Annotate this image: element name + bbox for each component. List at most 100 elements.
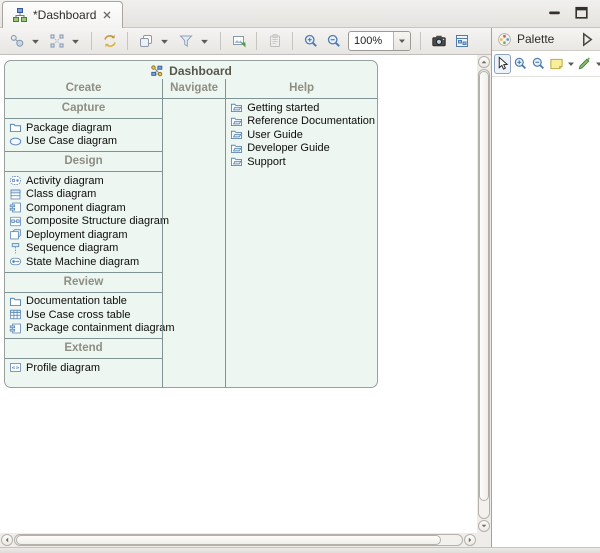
export-image-button[interactable] bbox=[228, 31, 249, 52]
column-body: CapturePackage diagramUse Case diagramDe… bbox=[5, 99, 162, 387]
toolbar-separator bbox=[220, 32, 221, 50]
item-label: Activity diagram bbox=[26, 175, 104, 187]
item-label: Use Case diagram bbox=[26, 135, 117, 147]
zoom-out-button[interactable] bbox=[323, 31, 344, 52]
item-use-case-diagram[interactable]: Use Case diagram bbox=[5, 135, 162, 149]
diagram-nodes-button[interactable] bbox=[6, 31, 27, 52]
filter-button[interactable] bbox=[175, 31, 196, 52]
item-sequence-diagram[interactable]: Sequence diagram bbox=[5, 242, 162, 256]
item-support[interactable]: Support bbox=[226, 155, 377, 169]
composite-icon bbox=[9, 215, 22, 228]
diagram-nodes-button-dropdown[interactable] bbox=[31, 37, 40, 46]
filter-icon bbox=[178, 33, 194, 49]
scroll-up-icon[interactable] bbox=[480, 58, 488, 66]
camera-icon bbox=[431, 33, 447, 49]
dashboard-icon bbox=[150, 64, 164, 78]
close-icon[interactable] bbox=[101, 9, 113, 21]
edit-tool[interactable] bbox=[576, 54, 593, 74]
item-label: Class diagram bbox=[26, 188, 96, 200]
edit-tool-dropdown[interactable] bbox=[595, 60, 600, 68]
item-label: Component diagram bbox=[26, 202, 126, 214]
minimize-button[interactable] bbox=[546, 4, 563, 21]
item-label: Use Case cross table bbox=[26, 309, 131, 321]
copy-appearance-button[interactable] bbox=[135, 31, 156, 52]
scroll-left-icon[interactable] bbox=[3, 536, 11, 544]
note-tool[interactable] bbox=[548, 54, 565, 74]
synchronize-button[interactable] bbox=[99, 31, 120, 52]
arrange-layout-button[interactable] bbox=[46, 31, 67, 52]
copy-appearance-button-dropdown[interactable] bbox=[160, 37, 169, 46]
item-use-case-cross-table[interactable]: Use Case cross table bbox=[5, 308, 162, 322]
filter-button-dropdown[interactable] bbox=[200, 37, 209, 46]
toolbar: 100% bbox=[0, 28, 491, 55]
item-activity-diagram[interactable]: Activity diagram bbox=[5, 174, 162, 188]
zoom-in-button[interactable] bbox=[300, 31, 321, 52]
horizontal-scroll-track[interactable] bbox=[14, 534, 463, 546]
item-deployment-diagram[interactable]: Deployment diagram bbox=[5, 228, 162, 242]
scroll-down-icon[interactable] bbox=[480, 522, 488, 530]
arrange-layout-button-dropdown[interactable] bbox=[71, 37, 80, 46]
palette-icon bbox=[497, 32, 512, 47]
select-tool[interactable] bbox=[494, 54, 511, 74]
profile-icon: «» bbox=[9, 361, 22, 374]
item-state-machine-diagram[interactable]: State Machine diagram bbox=[5, 255, 162, 269]
helpfolder-icon bbox=[230, 155, 243, 168]
zoom-in-tool[interactable] bbox=[512, 54, 529, 74]
palette-toolbar bbox=[492, 51, 600, 77]
palette-header[interactable]: Palette bbox=[492, 28, 600, 51]
item-component-diagram[interactable]: Component diagram bbox=[5, 201, 162, 215]
item-label: Sequence diagram bbox=[26, 242, 118, 254]
item-label: Getting started bbox=[247, 102, 319, 114]
item-package-diagram[interactable]: Package diagram bbox=[5, 121, 162, 135]
svg-text:«»: «» bbox=[12, 364, 20, 372]
item-label: Reference Documentation bbox=[247, 115, 375, 127]
snapshot-button[interactable] bbox=[428, 31, 449, 52]
item-documentation-table[interactable]: Documentation table bbox=[5, 295, 162, 309]
item-developer-guide[interactable]: Developer Guide bbox=[226, 142, 377, 156]
cursor-icon bbox=[495, 56, 510, 71]
helpfolder-icon bbox=[230, 115, 243, 128]
zoom-out-icon bbox=[531, 56, 546, 71]
section-items: Activity diagramClass diagram Component d… bbox=[5, 172, 162, 273]
diagram-window-button[interactable] bbox=[451, 31, 472, 52]
column-body bbox=[163, 99, 225, 387]
vertical-scroll-thumb[interactable] bbox=[479, 71, 489, 501]
item-profile-diagram[interactable]: «»Profile diagram bbox=[5, 361, 162, 375]
tab-dashboard[interactable]: *Dashboard bbox=[2, 1, 123, 28]
item-getting-started[interactable]: Getting started bbox=[226, 101, 377, 115]
item-package-containment-diagram[interactable]: Package containment diagram bbox=[5, 322, 162, 336]
sequence-icon bbox=[9, 242, 22, 255]
vertical-scroll-track[interactable] bbox=[478, 69, 490, 519]
palette-body[interactable] bbox=[492, 77, 600, 547]
maximize-button[interactable] bbox=[573, 4, 590, 21]
item-label: Composite Structure diagram bbox=[26, 215, 169, 227]
folder-icon bbox=[9, 295, 22, 308]
zoom-out-tool[interactable] bbox=[530, 54, 547, 74]
item-class-diagram[interactable]: Class diagram bbox=[5, 188, 162, 202]
folder-icon bbox=[9, 121, 22, 134]
diagram-canvas[interactable]: Dashboard CreateCapturePackage diagramUs… bbox=[0, 55, 477, 533]
vertical-scrollbar[interactable] bbox=[477, 55, 491, 533]
dashboard-title-row: Dashboard bbox=[5, 61, 377, 79]
item-label: Package containment diagram bbox=[26, 322, 175, 334]
horizontal-scroll-thumb[interactable] bbox=[16, 535, 441, 545]
editor-tab-bar: *Dashboard bbox=[0, 0, 600, 28]
section-design: DesignActivity diagramClass diagramCompo… bbox=[5, 152, 162, 273]
shapes-icon bbox=[138, 33, 154, 49]
item-reference-documentation[interactable]: Reference Documentation bbox=[226, 115, 377, 129]
note-tool-dropdown[interactable] bbox=[567, 60, 575, 68]
palette-expand-icon[interactable] bbox=[580, 32, 595, 47]
item-user-guide[interactable]: User Guide bbox=[226, 128, 377, 142]
scroll-right-icon[interactable] bbox=[466, 536, 474, 544]
item-label: User Guide bbox=[247, 129, 303, 141]
column-header-navigate: Navigate bbox=[163, 79, 225, 99]
zoom-level-dropdown-button[interactable] bbox=[393, 31, 410, 51]
activity-icon bbox=[9, 174, 22, 187]
item-composite-structure-diagram[interactable]: Composite Structure diagram bbox=[5, 215, 162, 229]
horizontal-scrollbar[interactable] bbox=[0, 533, 477, 547]
window-controls bbox=[546, 4, 590, 21]
toolbar-separator bbox=[91, 32, 92, 50]
zoom-level-input[interactable]: 100% bbox=[349, 35, 393, 47]
scrollbar-corner bbox=[477, 533, 491, 547]
section-items: Package diagramUse Case diagram bbox=[5, 119, 162, 152]
